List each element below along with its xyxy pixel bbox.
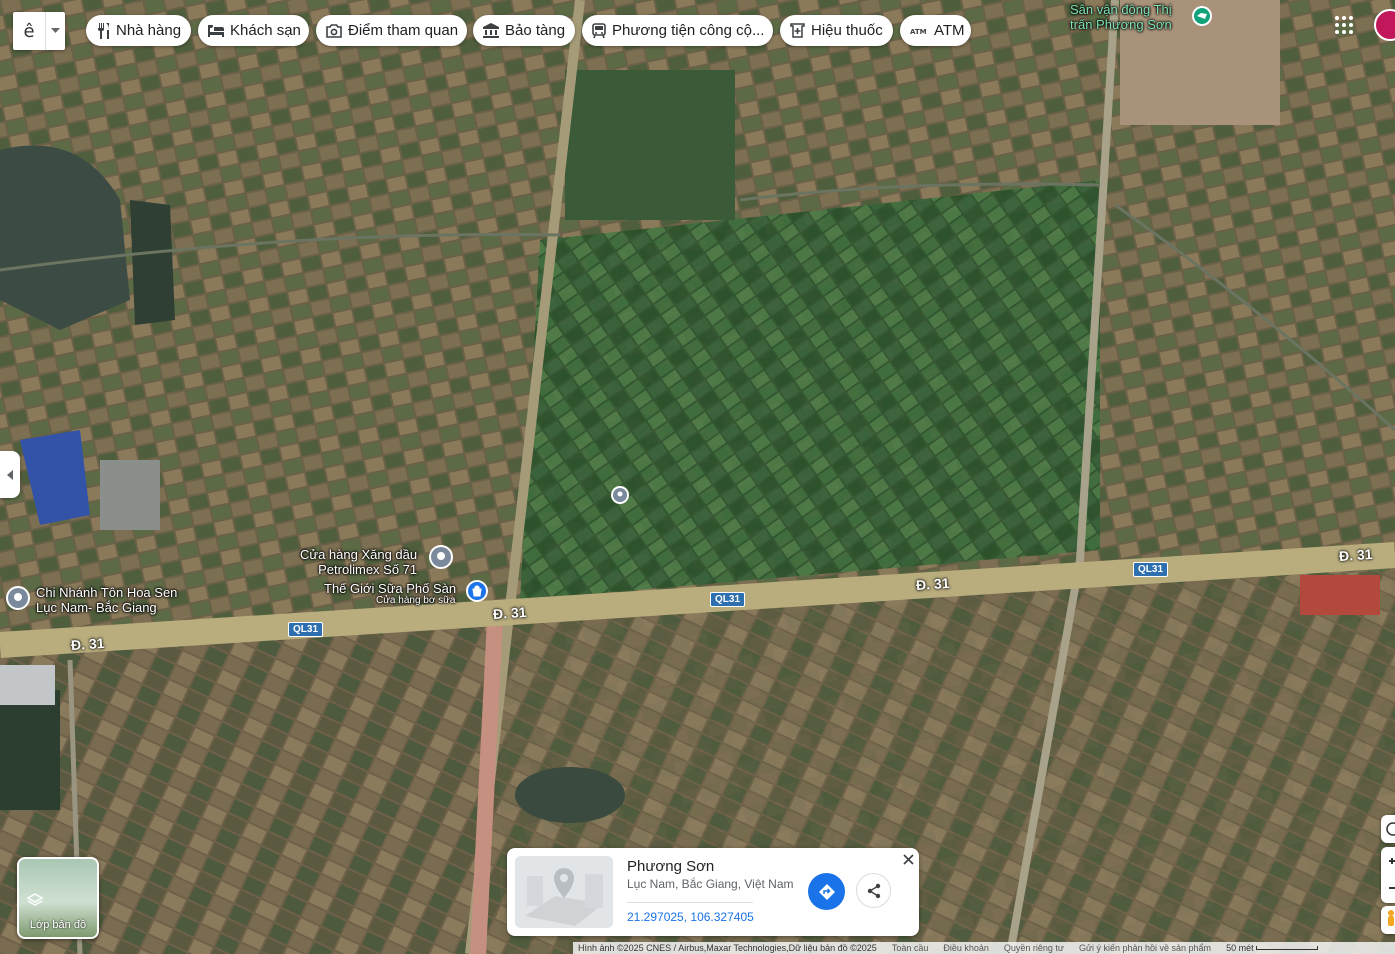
milk-shop-name[interactable]: Thế Giới Sữa Phố Sàn (324, 581, 456, 596)
hoasen-name-line2: Lục Nam- Bắc Giang (36, 600, 157, 615)
chip-museums[interactable]: Bảo tàng (473, 15, 575, 46)
imagery-attribution: Hình ảnh ©2025 CNES / Airbus,Maxar Techn… (578, 943, 877, 953)
layers-label: Lớp bản đồ (29, 919, 87, 931)
place-address: Lục Nam, Bắc Giang, Việt Nam (627, 877, 794, 891)
directions-button[interactable] (808, 873, 845, 910)
chevron-down-icon[interactable] (45, 12, 65, 50)
hoasen-pin-icon[interactable] (5, 585, 31, 616)
highway-shield-ql31: QL31 (288, 622, 324, 637)
language-selector[interactable]: ê (13, 12, 65, 50)
share-button[interactable] (856, 873, 891, 908)
stadium-label[interactable]: Sân vận động Thị trấn Phương Sơn (1070, 2, 1172, 32)
divider (627, 902, 753, 903)
road-label-d31: Đ. 31 (492, 603, 527, 623)
hoasen-name-line1: Chi Nhánh Tôn Hoa Sen (36, 585, 178, 600)
pegman-button[interactable] (1381, 906, 1395, 934)
chip-atm[interactable]: ATM ATM (900, 15, 971, 46)
dropped-pin-icon[interactable] (610, 485, 630, 510)
layers-icon (27, 893, 43, 906)
chip-transit[interactable]: Phương tiện công cộ... (582, 15, 773, 46)
feedback-link[interactable]: Gửi ý kiến phản hồi về sản phẩm (1079, 943, 1211, 953)
petrol-pin-icon[interactable] (428, 544, 454, 577)
petrol-name-line1: Cửa hàng Xăng dầu (300, 547, 418, 562)
chip-label: Khách sạn (230, 22, 301, 39)
stadium-name-line1: Sân vận động Thị (1070, 2, 1172, 17)
scale-bar (1255, 946, 1318, 950)
road-label-d31: Đ. 31 (915, 574, 950, 594)
place-info-card[interactable]: Phương Sơn Lục Nam, Bắc Giang, Việt Nam … (507, 848, 919, 936)
close-icon (902, 853, 914, 865)
apps-grid-icon[interactable] (1334, 15, 1356, 37)
chip-hotels[interactable]: Khách sạn (198, 15, 309, 46)
chip-attractions[interactable]: Điểm tham quan (316, 15, 467, 46)
petrol-name-line2: Petrolimex Số 71 (318, 562, 418, 577)
place-thumbnail[interactable] (515, 856, 613, 928)
atm-icon: ATM (910, 28, 927, 36)
directions-icon (818, 883, 835, 900)
zoom-controls[interactable] (1381, 847, 1395, 903)
pegman-icon (1388, 910, 1394, 926)
map-footer: Hình ảnh ©2025 CNES / Airbus,Maxar Techn… (573, 942, 1395, 954)
transit-icon (592, 22, 606, 38)
chip-label: Phương tiện công cộ... (612, 22, 765, 39)
petrol-station-label[interactable]: Cửa hàng Xăng dầu Petrolimex Số 71 (300, 547, 417, 577)
expand-side-panel-button[interactable] (0, 451, 20, 498)
layers-button[interactable]: Lớp bản đồ (17, 857, 99, 939)
highway-shield-ql31: QL31 (1133, 562, 1169, 577)
zoom-in-icon[interactable] (1389, 858, 1395, 864)
terms-link[interactable]: Điều khoản (943, 943, 989, 953)
camera-icon (326, 23, 342, 38)
road-label-d31: Đ. 31 (1338, 545, 1373, 565)
scale-label[interactable]: 50 mét (1226, 943, 1254, 953)
language-char: ê (23, 20, 35, 42)
restaurant-icon (98, 22, 109, 39)
satellite-map[interactable] (0, 0, 1395, 954)
hotel-icon (208, 24, 224, 37)
compass-icon (1386, 822, 1395, 836)
compass-button[interactable] (1381, 815, 1395, 843)
milk-shop-category: Cửa hàng bơ sữa (376, 595, 456, 606)
chip-label: Hiệu thuốc (811, 22, 883, 39)
close-card-button[interactable] (900, 851, 916, 867)
chip-label: Bảo tàng (505, 22, 566, 39)
chip-label: Điểm tham quan (348, 22, 459, 39)
svg-text:ATM: ATM (910, 28, 927, 36)
stadium-pin-icon[interactable] (1191, 5, 1213, 32)
stadium-name-line2: trấn Phương Sơn (1070, 17, 1172, 32)
museum-icon (483, 23, 499, 38)
place-coordinates[interactable]: 21.297025, 106.327405 (627, 910, 754, 924)
highway-shield-ql31: QL31 (710, 592, 746, 607)
road-label-d31: Đ. 31 (70, 634, 105, 654)
chip-label: Nhà hàng (116, 22, 182, 39)
global-link[interactable]: Toàn cầu (892, 943, 929, 953)
chip-label: ATM (934, 22, 965, 39)
shopping-pin-icon[interactable] (465, 579, 489, 610)
hoasen-label[interactable]: Chi Nhánh Tôn Hoa Sen Lục Nam- Bắc Giang (36, 585, 177, 615)
share-icon (867, 883, 880, 898)
chip-restaurants[interactable]: Nhà hàng (86, 15, 191, 46)
privacy-link[interactable]: Quyền riêng tư (1004, 943, 1064, 953)
chevron-left-icon (6, 469, 13, 480)
pharmacy-icon (790, 23, 805, 38)
chip-pharmacies[interactable]: Hiệu thuốc (780, 15, 893, 46)
place-title: Phương Sơn (627, 858, 715, 875)
